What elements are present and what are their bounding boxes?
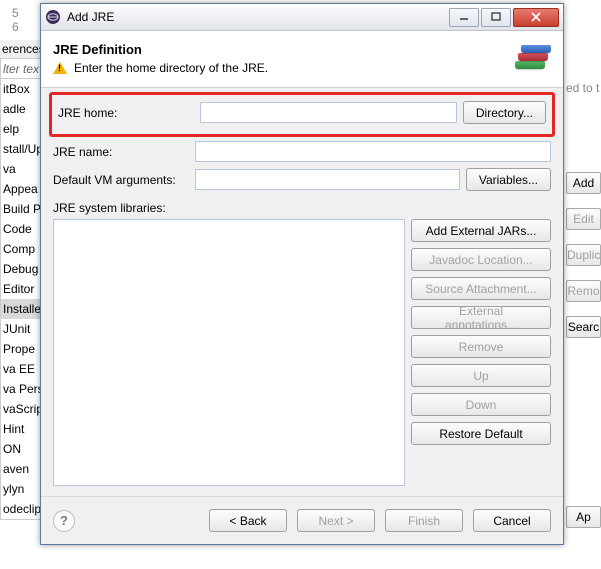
parent-tree-item[interactable]: Appea [1, 179, 43, 199]
restore-default-button[interactable]: Restore Default [411, 422, 551, 445]
vm-args-label: Default VM arguments: [53, 173, 195, 187]
library-buttons: Add External JARs... Javadoc Location...… [411, 219, 551, 486]
external-annotations-button: External annotations... [411, 306, 551, 329]
source-attachment-button: Source Attachment... [411, 277, 551, 300]
parent-tree-item[interactable]: va EE [1, 359, 43, 379]
parent-filter-input-fragment[interactable]: lter tex [0, 58, 44, 80]
next-button: Next > [297, 509, 375, 532]
remove-button: Remove [411, 335, 551, 358]
parent-tree-item[interactable]: ylyn [1, 479, 43, 499]
add-external-jars-button[interactable]: Add External JARs... [411, 219, 551, 242]
editor-line-number: 5 [12, 6, 19, 20]
add-jre-dialog: Add JRE JRE Definition Enter the home di… [40, 3, 564, 545]
parent-tree-item[interactable]: Hint [1, 419, 43, 439]
finish-button: Finish [385, 509, 463, 532]
javadoc-location-button: Javadoc Location... [411, 248, 551, 271]
parent-tree-fragment[interactable]: itBoxadleelpstall/UpvaAppeaBuild PCodeCo… [0, 78, 44, 520]
maximize-button[interactable] [481, 8, 511, 27]
system-libraries-list[interactable] [53, 219, 405, 486]
parent-tree-item[interactable]: Debug [1, 259, 43, 279]
window-buttons [447, 8, 559, 27]
parent-tree-item[interactable]: JUnit [1, 319, 43, 339]
parent-tree-item[interactable]: va [1, 159, 43, 179]
parent-edit-button-fragment: Edit [566, 208, 601, 230]
parent-tree-item[interactable]: adle [1, 99, 43, 119]
wizard-footer: ? < Back Next > Finish Cancel [41, 503, 563, 544]
editor-line-number: 6 [12, 20, 19, 34]
titlebar[interactable]: Add JRE [41, 4, 563, 31]
parent-duplicate-button-fragment: Duplic [566, 244, 601, 266]
wizard-title: JRE Definition [53, 42, 511, 57]
close-button[interactable] [513, 8, 559, 27]
parent-tree-item[interactable]: va Pers [1, 379, 43, 399]
highlight-callout: JRE home: Directory... [49, 92, 555, 137]
parent-tree-item[interactable]: Installe [1, 299, 43, 319]
jre-home-input[interactable] [200, 102, 457, 123]
sys-libs-label: JRE system libraries: [53, 201, 551, 215]
books-icon [511, 39, 551, 77]
wizard-message: Enter the home directory of the JRE. [74, 61, 268, 75]
parent-tree-item[interactable]: ON [1, 439, 43, 459]
parent-right-fragment: ed to t Add Edit Duplic Remo Searc Ap [566, 80, 601, 542]
wizard-banner: JRE Definition Enter the home directory … [41, 31, 563, 88]
parent-apply-button-fragment[interactable]: Ap [566, 506, 601, 528]
parent-tree-item[interactable]: odeclips [1, 499, 43, 519]
help-icon[interactable]: ? [53, 510, 75, 532]
jre-name-input[interactable] [195, 141, 551, 162]
eclipse-icon [45, 9, 61, 25]
dialog-content: JRE home: Directory... JRE name: Default… [41, 88, 563, 490]
parent-tree-item[interactable]: stall/Up [1, 139, 43, 159]
minimize-button[interactable] [449, 8, 479, 27]
parent-tree-item[interactable]: itBox [1, 79, 43, 99]
directory-button[interactable]: Directory... [463, 101, 546, 124]
variables-button[interactable]: Variables... [466, 168, 551, 191]
parent-tree-item[interactable]: Build P [1, 199, 43, 219]
jre-home-label: JRE home: [58, 106, 200, 120]
parent-tree-item[interactable]: Comp [1, 239, 43, 259]
parent-tree-item[interactable]: Editor [1, 279, 43, 299]
parent-tree-item[interactable]: aven [1, 459, 43, 479]
vm-args-input[interactable] [195, 169, 460, 190]
parent-search-button-fragment[interactable]: Searc [566, 316, 601, 338]
parent-add-button-fragment[interactable]: Add [566, 172, 601, 194]
parent-tree-item[interactable]: Prope [1, 339, 43, 359]
parent-tree-item[interactable]: Code [1, 219, 43, 239]
back-button[interactable]: < Back [209, 509, 287, 532]
parent-tree-item[interactable]: elp [1, 119, 43, 139]
parent-text-fragment: ed to t [566, 80, 601, 96]
warning-icon [53, 62, 67, 74]
dialog-title: Add JRE [67, 10, 447, 24]
up-button: Up [411, 364, 551, 387]
parent-tree-item[interactable]: vaScrip [1, 399, 43, 419]
down-button: Down [411, 393, 551, 416]
separator [41, 496, 563, 497]
parent-remove-button-fragment: Remo [566, 280, 601, 302]
cancel-button[interactable]: Cancel [473, 509, 551, 532]
jre-name-label: JRE name: [53, 145, 195, 159]
